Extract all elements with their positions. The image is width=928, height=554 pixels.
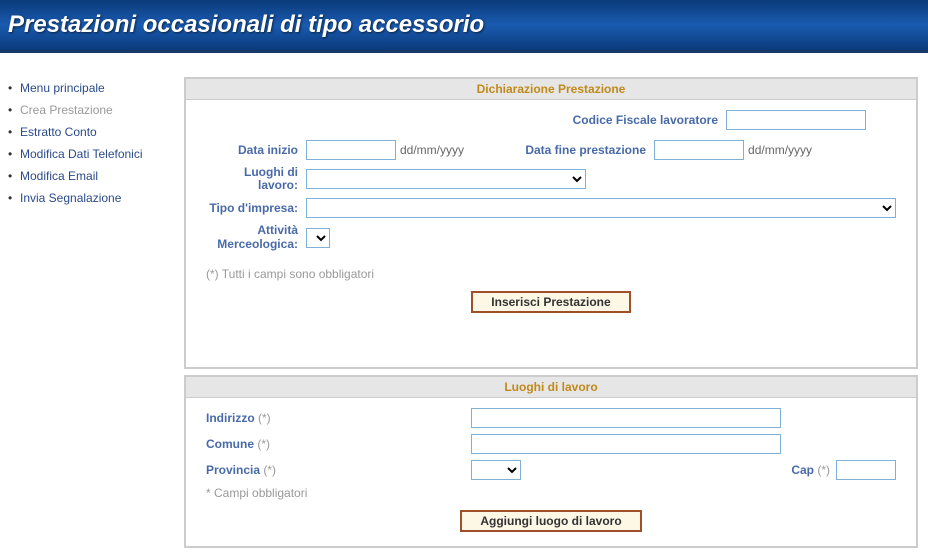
codice-fiscale-input[interactable]	[726, 110, 866, 130]
panel-luoghi-title: Luoghi di lavoro	[186, 377, 916, 398]
tipo-impresa-label: Tipo d'impresa:	[206, 202, 306, 215]
indirizzo-label: Indirizzo (*)	[206, 411, 286, 425]
data-inizio-label: Data inizio	[206, 143, 306, 157]
sidebar-item-invia-segnalazione[interactable]: Invia Segnalazione	[20, 191, 121, 205]
indirizzo-input[interactable]	[471, 408, 781, 428]
page-title: Prestazioni occasionali di tipo accessor…	[8, 11, 484, 39]
panel-dichiarazione-title: Dichiarazione Prestazione	[186, 79, 916, 100]
data-fine-hint: dd/mm/yyyy	[748, 143, 812, 157]
panel-luoghi: Luoghi di lavoro Indirizzo (*) Comune (*…	[184, 375, 918, 548]
mandatory-note: (*) Tutti i campi sono obbligatori	[206, 267, 896, 281]
sidebar-item-estratto-conto[interactable]: Estratto Conto	[20, 125, 97, 139]
aggiungi-luogo-button[interactable]: Aggiungi luogo di lavoro	[460, 510, 641, 532]
cap-input[interactable]	[836, 460, 896, 480]
panel-dichiarazione: Dichiarazione Prestazione Codice Fiscale…	[184, 77, 918, 369]
provincia-label: Provincia (*)	[206, 463, 286, 477]
luoghi-lavoro-label: Luoghi di lavoro:	[206, 166, 306, 192]
tipo-impresa-select[interactable]	[306, 198, 896, 218]
sidebar-nav: Menu principale Crea Prestazione Estratt…	[0, 77, 184, 554]
header-banner: Prestazioni occasionali di tipo accessor…	[0, 0, 928, 50]
mandatory-note-luoghi: * Campi obbligatori	[206, 486, 896, 500]
attivita-merceologica-label: Attività Merceologica:	[206, 224, 306, 250]
sidebar-item-menu-principale[interactable]: Menu principale	[20, 81, 105, 95]
luoghi-lavoro-select[interactable]	[306, 169, 586, 189]
comune-label: Comune (*)	[206, 437, 286, 451]
data-fine-label: Data fine prestazione	[464, 143, 654, 157]
codice-fiscale-label: Codice Fiscale lavoratore	[556, 113, 726, 127]
sidebar-item-modifica-dati-telefonici[interactable]: Modifica Dati Telefonici	[20, 147, 143, 161]
sidebar-item-modifica-email[interactable]: Modifica Email	[20, 169, 98, 183]
data-inizio-hint: dd/mm/yyyy	[400, 143, 464, 157]
data-inizio-input[interactable]	[306, 140, 396, 160]
data-fine-input[interactable]	[654, 140, 744, 160]
sidebar-item-crea-prestazione[interactable]: Crea Prestazione	[20, 103, 113, 117]
main-content: Dichiarazione Prestazione Codice Fiscale…	[184, 77, 928, 554]
inserisci-prestazione-button[interactable]: Inserisci Prestazione	[471, 291, 630, 313]
provincia-select[interactable]	[471, 460, 521, 480]
comune-input[interactable]	[471, 434, 781, 454]
attivita-merceologica-select[interactable]	[306, 228, 330, 248]
cap-label: Cap (*)	[791, 463, 836, 477]
